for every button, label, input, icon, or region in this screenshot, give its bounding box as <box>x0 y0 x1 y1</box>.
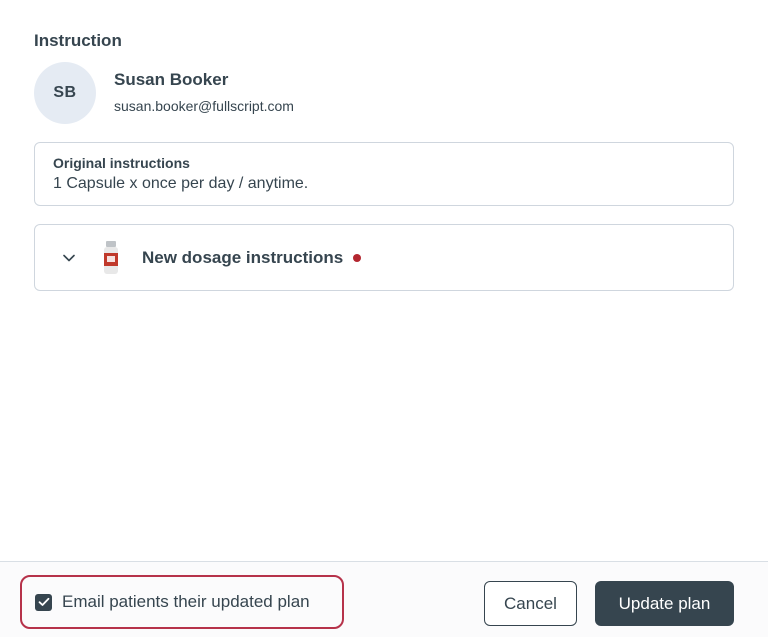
patient-card: SB Susan Booker susan.booker@fullscript.… <box>34 62 294 124</box>
patient-name: Susan Booker <box>114 70 229 89</box>
patient-info: Susan Booker susan.booker@fullscript.com <box>114 69 294 115</box>
dialog-footer: Email patients their updated plan Cancel… <box>0 561 768 637</box>
chevron-down-icon[interactable] <box>62 251 76 265</box>
email-checkbox[interactable] <box>35 593 52 611</box>
original-instructions-label: Original instructions <box>53 155 190 171</box>
email-patients-option[interactable]: Email patients their updated plan <box>20 575 344 629</box>
original-instructions-box: Original instructions 1 Capsule x once p… <box>34 142 734 206</box>
email-option-label: Email patients their updated plan <box>62 592 310 611</box>
avatar: SB <box>34 62 96 124</box>
required-indicator <box>353 253 362 262</box>
update-plan-dialog: Instruction SB Susan Booker susan.booker… <box>0 0 768 637</box>
update-plan-button[interactable]: Update plan <box>595 581 734 626</box>
cancel-button[interactable]: Cancel <box>484 581 577 626</box>
dosage-title: New dosage instructions <box>142 247 344 267</box>
section-title: Instruction <box>34 31 122 50</box>
original-instructions-text: 1 Capsule x once per day / anytime. <box>53 175 309 192</box>
patient-email: susan.booker@fullscript.com <box>114 98 294 114</box>
new-dosage-accordion[interactable]: New dosage instructions <box>34 224 734 291</box>
supplement-bottle-icon <box>99 238 123 278</box>
checkmark-icon <box>38 597 49 606</box>
